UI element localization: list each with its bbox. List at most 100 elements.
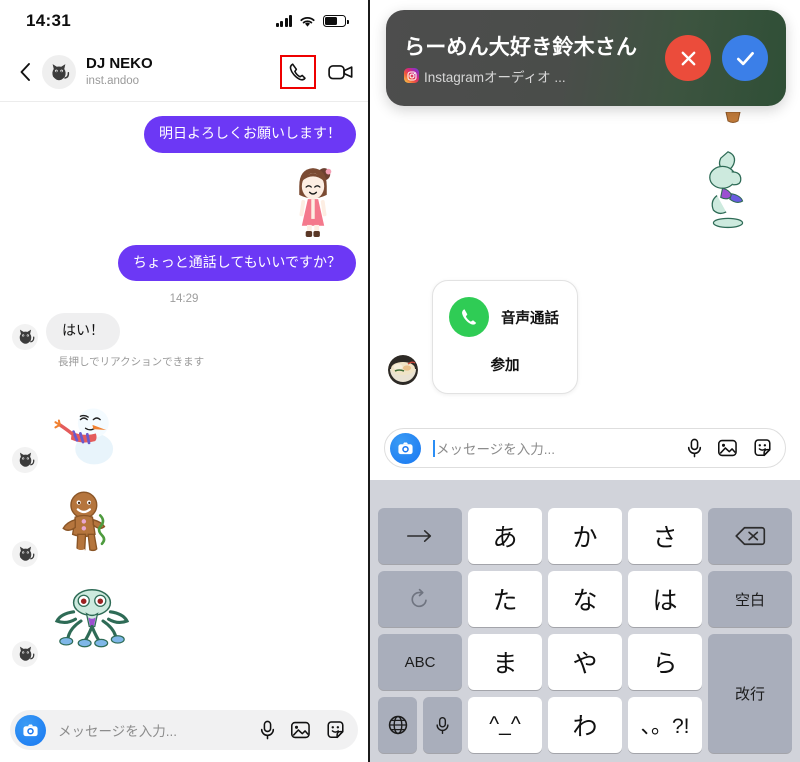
caller-name: らーめん大好き鈴木さん xyxy=(404,35,638,59)
message-row-sticker-incoming xyxy=(0,481,368,567)
cat-avatar-icon xyxy=(19,329,34,344)
wifi-icon xyxy=(300,16,315,27)
call-type-label: Instagramオーディオ ... xyxy=(424,69,566,85)
squid-character-sticker[interactable] xyxy=(698,150,758,232)
key-wa[interactable]: わ xyxy=(548,697,622,753)
key-ma[interactable]: ま xyxy=(468,634,542,690)
key-ra[interactable]: ら xyxy=(628,634,702,690)
sender-avatar[interactable] xyxy=(12,446,38,473)
gingerbread-man-sticker[interactable] xyxy=(46,481,132,567)
accept-call-button[interactable] xyxy=(722,35,768,81)
text-cursor xyxy=(433,439,435,457)
sender-avatar[interactable] xyxy=(12,323,38,350)
key-ha[interactable]: は xyxy=(628,571,702,627)
girl-standing-sticker[interactable] xyxy=(270,157,356,243)
message-row-outgoing: ちょっと通話してもいいですか？ xyxy=(0,244,368,281)
key-emoticon-label: ^_^ xyxy=(489,713,521,736)
cat-avatar-icon xyxy=(19,452,34,467)
microphone-icon[interactable] xyxy=(259,720,276,740)
left-phone-screen: 14:31 DJ NEKO inst.andoo 明日よろしくお願いします！ ち… xyxy=(0,0,370,762)
status-bar-time: 14:31 xyxy=(26,11,71,30)
key-ta[interactable]: た xyxy=(468,571,542,627)
globe-key[interactable] xyxy=(378,697,417,753)
composer-icons xyxy=(259,720,346,740)
message-bubble[interactable]: 明日よろしくお願いします！ xyxy=(144,116,356,153)
message-row-sticker-incoming xyxy=(0,575,368,667)
signal-bars-icon xyxy=(275,15,292,27)
squid-character-sticker[interactable] xyxy=(46,575,138,667)
camera-button[interactable] xyxy=(390,432,421,464)
snowman-sticker[interactable] xyxy=(46,387,132,473)
message-bubble[interactable]: ちょっと通話してもいいですか？ xyxy=(117,244,356,281)
undo-key[interactable] xyxy=(378,571,462,627)
backspace-key[interactable] xyxy=(708,508,792,564)
sticker-icon[interactable] xyxy=(325,720,346,740)
keyboard-row-3: ABC ま や ら 改行 xyxy=(374,634,796,753)
cat-avatar-icon xyxy=(19,646,34,661)
message-list[interactable]: 明日よろしくお願いします！ ちょっと通話してもいいですか？ 14:29 はい！ … xyxy=(0,102,368,710)
microphone-icon xyxy=(436,716,449,734)
banner-subtitle-row: Instagramオーディオ ... xyxy=(404,66,655,86)
right-phone-screen: らーめん大好き鈴木さん Instagramオーディオ ... 音声通話 参加 メ… xyxy=(370,0,800,762)
key-a[interactable]: あ xyxy=(468,508,542,564)
message-bubble[interactable]: はい！ xyxy=(46,313,120,350)
sender-avatar[interactable] xyxy=(388,355,418,385)
keyboard-char-keys: ^_^ わ 、。?! xyxy=(468,697,702,753)
status-bar-icons xyxy=(275,15,349,28)
avatar[interactable] xyxy=(42,54,76,89)
dictation-key[interactable] xyxy=(423,697,462,753)
arrow-right-icon xyxy=(407,530,432,542)
message-row-outgoing: 明日よろしくお願いします！ xyxy=(0,116,368,153)
cursor-right-key[interactable] xyxy=(378,508,462,564)
battery-icon xyxy=(323,15,349,27)
dual-phone-screenshot: 14:31 DJ NEKO inst.andoo 明日よろしくお願いします！ ち… xyxy=(0,0,800,762)
back-chevron-icon[interactable] xyxy=(12,62,38,82)
key-punctuation[interactable]: 、。?! xyxy=(628,697,702,753)
voice-call-card[interactable]: 音声通話 参加 xyxy=(432,280,578,394)
space-key[interactable]: 空白 xyxy=(708,571,792,627)
camera-icon xyxy=(23,724,38,736)
message-input-placeholder[interactable]: メッセージを入力... xyxy=(58,720,259,740)
incoming-call-notification-banner[interactable]: らーめん大好き鈴木さん Instagramオーディオ ... xyxy=(386,10,786,106)
phone-call-button[interactable] xyxy=(280,54,316,89)
composer-icons xyxy=(686,438,773,458)
keyboard-utility-keys xyxy=(378,697,462,753)
video-call-button[interactable] xyxy=(328,61,354,83)
key-na[interactable]: な xyxy=(548,571,622,627)
camera-icon xyxy=(398,442,413,454)
header-names: DJ NEKO inst.andoo xyxy=(86,55,153,89)
keyboard-return-spacer xyxy=(708,697,792,753)
camera-button[interactable] xyxy=(15,714,46,746)
keyboard-row-4: ^_^ わ 、。?! xyxy=(374,697,796,753)
call-type-label: 音声通話 xyxy=(501,310,559,327)
microphone-icon[interactable] xyxy=(686,438,703,458)
message-composer[interactable]: メッセージを入力... xyxy=(384,428,786,468)
join-call-button[interactable]: 参加 xyxy=(491,354,520,375)
cat-avatar-icon xyxy=(52,63,70,80)
header-actions xyxy=(280,54,354,89)
undo-arrow-icon xyxy=(411,588,427,608)
decline-call-button[interactable] xyxy=(665,35,711,81)
ramen-bowl-avatar-icon xyxy=(388,355,418,385)
abc-key[interactable]: ABC xyxy=(378,634,462,690)
message-row-incoming: はい！ xyxy=(0,313,368,350)
chat-header: DJ NEKO inst.andoo xyxy=(0,42,368,102)
key-sa[interactable]: さ xyxy=(628,508,702,564)
sender-avatar[interactable] xyxy=(12,540,38,567)
keyboard-row-1: あ か さ xyxy=(374,508,796,564)
message-composer[interactable]: メッセージを入力... xyxy=(10,710,358,750)
photo-gallery-icon[interactable] xyxy=(290,720,311,740)
header-username: inst.andoo xyxy=(86,74,140,87)
sender-avatar[interactable] xyxy=(12,640,38,667)
message-timestamp: 14:29 xyxy=(169,293,199,305)
japanese-kana-keyboard[interactable]: あ か さ た な は 空白 ABC ま や ら 改行 ^_^ わ 、。?! xyxy=(370,480,800,762)
close-x-icon xyxy=(681,51,695,65)
sticker-icon[interactable] xyxy=(752,438,773,458)
key-emoticon[interactable]: ^_^ xyxy=(468,697,542,753)
phone-call-button[interactable] xyxy=(449,297,489,337)
key-ya[interactable]: や xyxy=(548,634,622,690)
key-ka[interactable]: か xyxy=(548,508,622,564)
message-input[interactable]: メッセージを入力... xyxy=(433,438,686,458)
backspace-icon xyxy=(735,526,766,546)
photo-gallery-icon[interactable] xyxy=(717,438,738,458)
